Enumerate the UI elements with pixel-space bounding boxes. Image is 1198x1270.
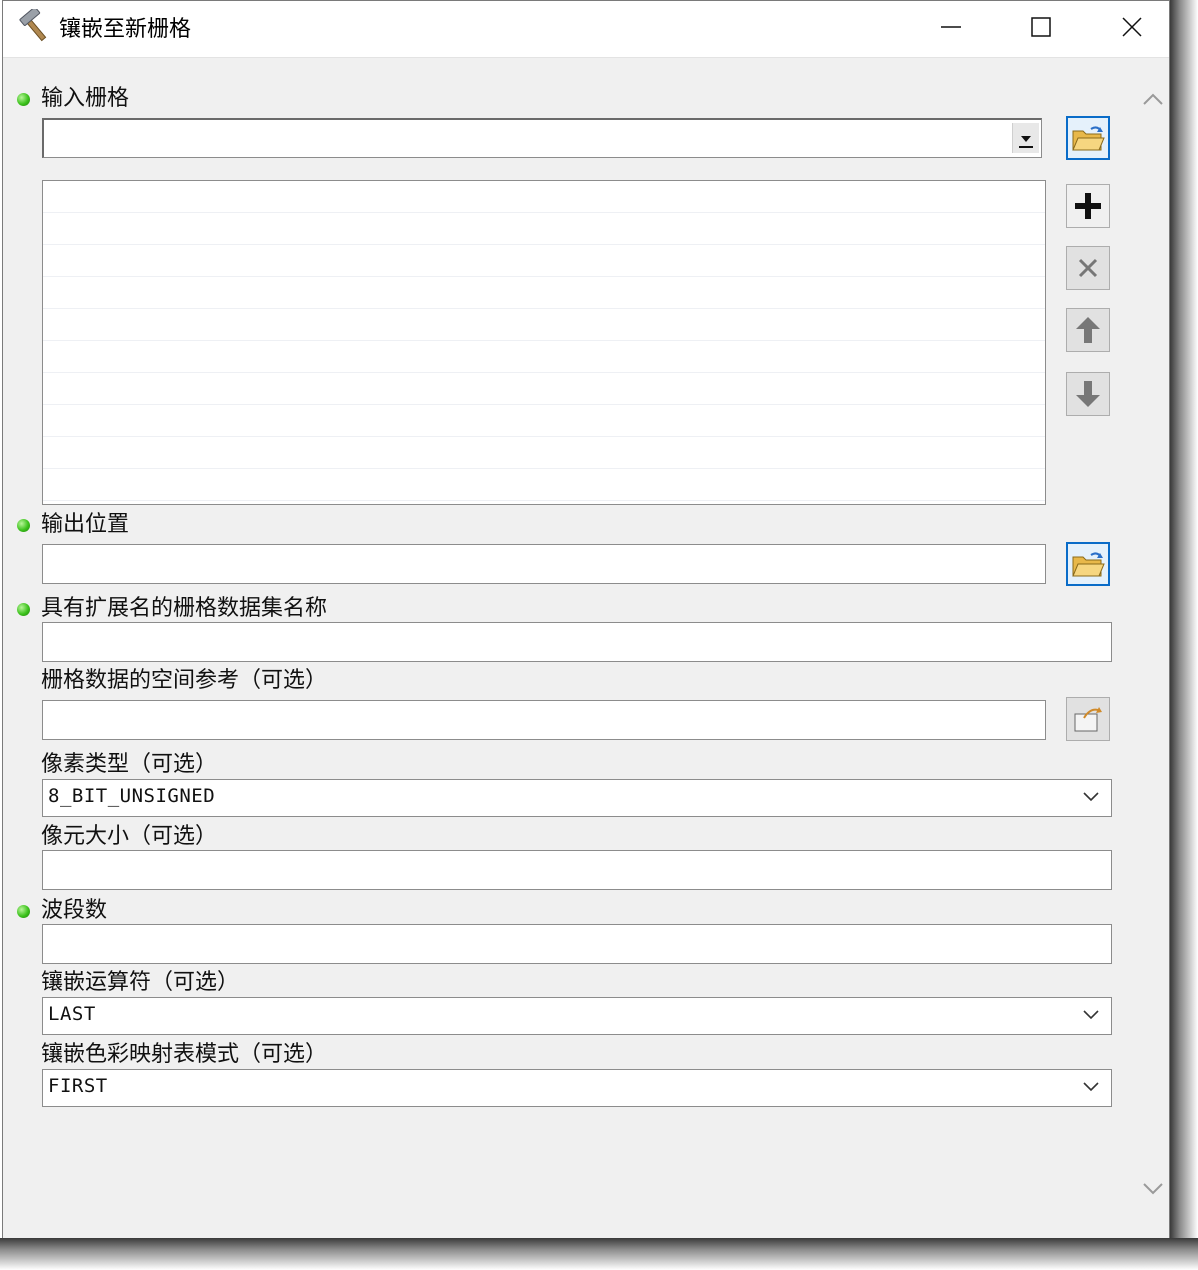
browse-output-button[interactable] — [1066, 542, 1110, 586]
minimize-button[interactable] — [916, 5, 986, 49]
maximize-icon — [1031, 17, 1051, 37]
input-rasters-label: 输入栅格 — [41, 86, 130, 111]
spatial-reference-label: 栅格数据的空间参考（可选） — [41, 668, 328, 693]
colormap-mode-select[interactable]: FIRST — [42, 1069, 1112, 1107]
spatial-reference-icon — [1074, 707, 1102, 732]
spatial-reference-input[interactable] — [42, 700, 1046, 740]
mosaic-operator-value: LAST — [48, 1003, 96, 1025]
move-up-button[interactable] — [1066, 308, 1110, 352]
raster-name-label: 具有扩展名的栅格数据集名称 — [41, 596, 328, 621]
band-count-input[interactable] — [42, 924, 1112, 964]
output-location-input[interactable] — [42, 544, 1046, 584]
chevron-down-icon — [1083, 1082, 1099, 1092]
maximize-button[interactable] — [1006, 5, 1076, 49]
chevron-down-icon — [1083, 792, 1099, 802]
input-rasters-combo[interactable] — [42, 118, 1042, 158]
close-icon — [1122, 17, 1142, 37]
required-dot — [17, 93, 30, 106]
arrow-down-icon — [1076, 381, 1100, 407]
minimize-icon — [941, 26, 961, 28]
move-down-button[interactable] — [1066, 372, 1110, 416]
dropdown-arrow-button[interactable] — [1012, 123, 1039, 153]
close-button[interactable] — [1097, 5, 1167, 49]
band-count-label: 波段数 — [41, 898, 108, 923]
cell-size-label: 像元大小（可选） — [41, 824, 218, 849]
pixel-type-value: 8_BIT_UNSIGNED — [48, 785, 216, 807]
browse-input-button[interactable] — [1066, 116, 1110, 160]
hammer-icon — [17, 6, 53, 45]
input-rasters-list[interactable] — [42, 180, 1046, 505]
folder-open-icon — [1072, 552, 1105, 577]
folder-open-icon — [1072, 126, 1105, 151]
plus-icon — [1075, 193, 1101, 219]
raster-name-input[interactable] — [42, 622, 1112, 662]
scroll-up-icon[interactable] — [1141, 91, 1165, 107]
triangle-down-icon — [1019, 136, 1033, 148]
pixel-type-select[interactable]: 8_BIT_UNSIGNED — [42, 779, 1112, 817]
title-bar: 镶嵌至新栅格 — [3, 1, 1169, 58]
torn-edge-shadow — [0, 1238, 1198, 1270]
arrow-up-icon — [1076, 317, 1100, 343]
output-location-label: 输出位置 — [41, 512, 130, 537]
torn-edge-shadow — [1170, 0, 1198, 1270]
mosaic-operator-label: 镶嵌运算符（可选） — [41, 970, 240, 995]
x-icon — [1078, 258, 1098, 278]
mosaic-operator-select[interactable]: LAST — [42, 997, 1112, 1035]
remove-button[interactable] — [1066, 246, 1110, 290]
colormap-mode-label: 镶嵌色彩映射表模式（可选） — [41, 1042, 328, 1067]
spatial-reference-button[interactable] — [1066, 697, 1110, 741]
required-dot — [17, 519, 30, 532]
required-dot — [17, 603, 30, 616]
pixel-type-label: 像素类型（可选） — [41, 752, 218, 777]
window-title: 镶嵌至新栅格 — [59, 17, 192, 42]
required-dot — [17, 905, 30, 918]
add-button[interactable] — [1066, 184, 1110, 228]
colormap-mode-value: FIRST — [48, 1075, 108, 1097]
cell-size-input[interactable] — [42, 850, 1112, 890]
chevron-down-icon — [1083, 1010, 1099, 1020]
scroll-down-icon[interactable] — [1141, 1181, 1165, 1197]
